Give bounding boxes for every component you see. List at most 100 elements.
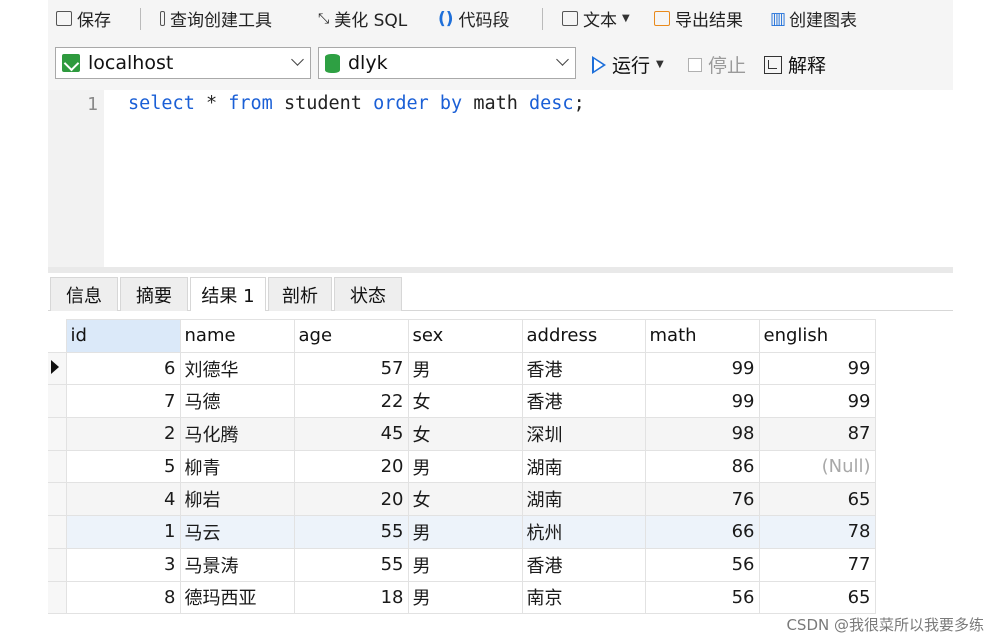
sql-keyword: order [373,93,429,114]
row-indicator [48,547,67,582]
cell-math[interactable]: 76 [644,482,760,517]
table-row[interactable]: 1 马云 55 男 杭州 66 78 [48,515,876,549]
create-chart-button[interactable]: ▥ 创建图表 [770,6,857,32]
cell-name[interactable]: 刘德华 [179,351,295,386]
cell-math[interactable]: 56 [644,580,760,615]
query-builder-button[interactable]: 查询创建工具 [160,6,272,31]
cell-english[interactable]: 65 [758,482,876,517]
connection-icon [62,54,80,72]
column-header-math[interactable]: math [644,319,760,353]
magic-wand-icon: ⤡ [318,10,330,27]
cell-english[interactable]: 78 [758,515,876,549]
cell-id[interactable]: 7 [65,384,181,419]
cell-math[interactable]: 56 [644,547,760,582]
cell-age[interactable]: 57 [293,351,409,386]
connection-select[interactable]: localhost [55,47,311,79]
table-row[interactable]: 6 刘德华 57 男 香港 99 99 [48,351,876,386]
tab-result-1[interactable]: 结果 1 [190,277,266,312]
cell-math[interactable]: 99 [644,384,760,419]
cell-english[interactable]: 99 [758,351,876,386]
cell-address[interactable]: 南京 [521,580,646,615]
cell-sex[interactable]: 男 [407,580,523,615]
chevron-down-icon[interactable]: ▼ [656,59,664,70]
cell-math[interactable]: 66 [644,515,760,549]
table-row[interactable]: 3 马景涛 55 男 香港 56 77 [48,547,876,582]
cell-id[interactable]: 6 [65,351,181,386]
tab-summary[interactable]: 摘要 [120,277,188,311]
cell-english[interactable]: 99 [758,384,876,419]
cell-age[interactable]: 55 [293,515,409,549]
export-result-button[interactable]: 导出结果 [654,6,743,31]
column-header-age[interactable]: age [293,319,409,353]
cell-id[interactable]: 3 [65,547,181,582]
cell-id[interactable]: 8 [65,580,181,615]
cell-age[interactable]: 20 [293,482,409,517]
cell-age[interactable]: 45 [293,417,409,451]
cell-math[interactable]: 98 [644,417,760,451]
cell-sex[interactable]: 女 [407,384,523,419]
beautify-sql-button[interactable]: ⤡ 美化 SQL [318,6,407,32]
cell-math[interactable]: 86 [644,449,760,484]
cell-name[interactable]: 马化腾 [179,417,295,451]
cell-english[interactable]: 87 [758,417,876,451]
cell-address[interactable]: 湖南 [521,482,646,517]
cell-address[interactable]: 香港 [521,547,646,582]
play-icon [592,55,606,74]
sql-code-line[interactable]: select * from student order by math desc… [128,93,585,114]
table-row[interactable]: 2 马化腾 45 女 深圳 98 87 [48,417,876,451]
sql-token: student [272,93,374,114]
table-row[interactable]: 7 马德 22 女 香港 99 99 [48,384,876,419]
cell-address[interactable]: 香港 [521,384,646,419]
cell-sex[interactable]: 女 [407,482,523,517]
cell-id[interactable]: 5 [65,449,181,484]
cell-english[interactable]: 77 [758,547,876,582]
cell-sex[interactable]: 男 [407,449,523,484]
column-header-name[interactable]: name [179,319,295,353]
cell-name[interactable]: 柳青 [179,449,295,484]
stop-button[interactable]: 停止 [688,51,746,78]
cell-math[interactable]: 99 [644,351,760,386]
column-header-sex[interactable]: sex [407,319,523,353]
column-header-address[interactable]: address [521,319,646,353]
cell-address[interactable]: 湖南 [521,449,646,484]
cell-sex[interactable]: 女 [407,417,523,451]
tab-status[interactable]: 状态 [334,277,402,311]
sql-editor[interactable]: 1 select * from student order by math de… [48,90,953,267]
cell-age[interactable]: 18 [293,580,409,615]
explain-button[interactable]: 解释 [764,51,826,78]
cell-id[interactable]: 4 [65,482,181,517]
cell-name[interactable]: 德玛西亚 [179,580,295,615]
cell-id[interactable]: 2 [65,417,181,451]
tab-info[interactable]: 信息 [50,277,118,311]
run-button[interactable]: 运行 ▼ [592,51,664,78]
cell-sex[interactable]: 男 [407,351,523,386]
cell-id[interactable]: 1 [65,515,181,549]
cell-address[interactable]: 杭州 [521,515,646,549]
cell-name[interactable]: 马云 [179,515,295,549]
cell-age[interactable]: 20 [293,449,409,484]
code-snippet-button[interactable]: () 代码段 [438,6,510,32]
chevron-down-icon: ▼ [622,13,630,24]
cell-english[interactable]: (Null) [758,449,876,484]
column-header-id[interactable]: id [65,319,181,353]
column-header-english[interactable]: english [758,319,876,353]
table-row[interactable]: 4 柳岩 20 女 湖南 76 65 [48,482,876,517]
explain-icon [764,55,782,74]
cell-address[interactable]: 深圳 [521,417,646,451]
database-select[interactable]: dlyk [318,47,576,79]
cell-address[interactable]: 香港 [521,351,646,386]
tab-profile[interactable]: 剖析 [268,277,332,311]
cell-english[interactable]: 65 [758,580,876,615]
cell-name[interactable]: 马景涛 [179,547,295,582]
save-button[interactable]: 保存 [56,6,111,31]
table-row[interactable]: 5 柳青 20 男 湖南 86 (Null) [48,449,876,484]
cell-age[interactable]: 55 [293,547,409,582]
cell-name[interactable]: 马德 [179,384,295,419]
table-row[interactable]: 8 德玛西亚 18 男 南京 56 65 [48,580,876,615]
cell-sex[interactable]: 男 [407,515,523,549]
text-button[interactable]: 文本 ▼ [562,6,630,31]
line-number: 1 [87,94,98,115]
cell-sex[interactable]: 男 [407,547,523,582]
cell-age[interactable]: 22 [293,384,409,419]
cell-name[interactable]: 柳岩 [179,482,295,517]
